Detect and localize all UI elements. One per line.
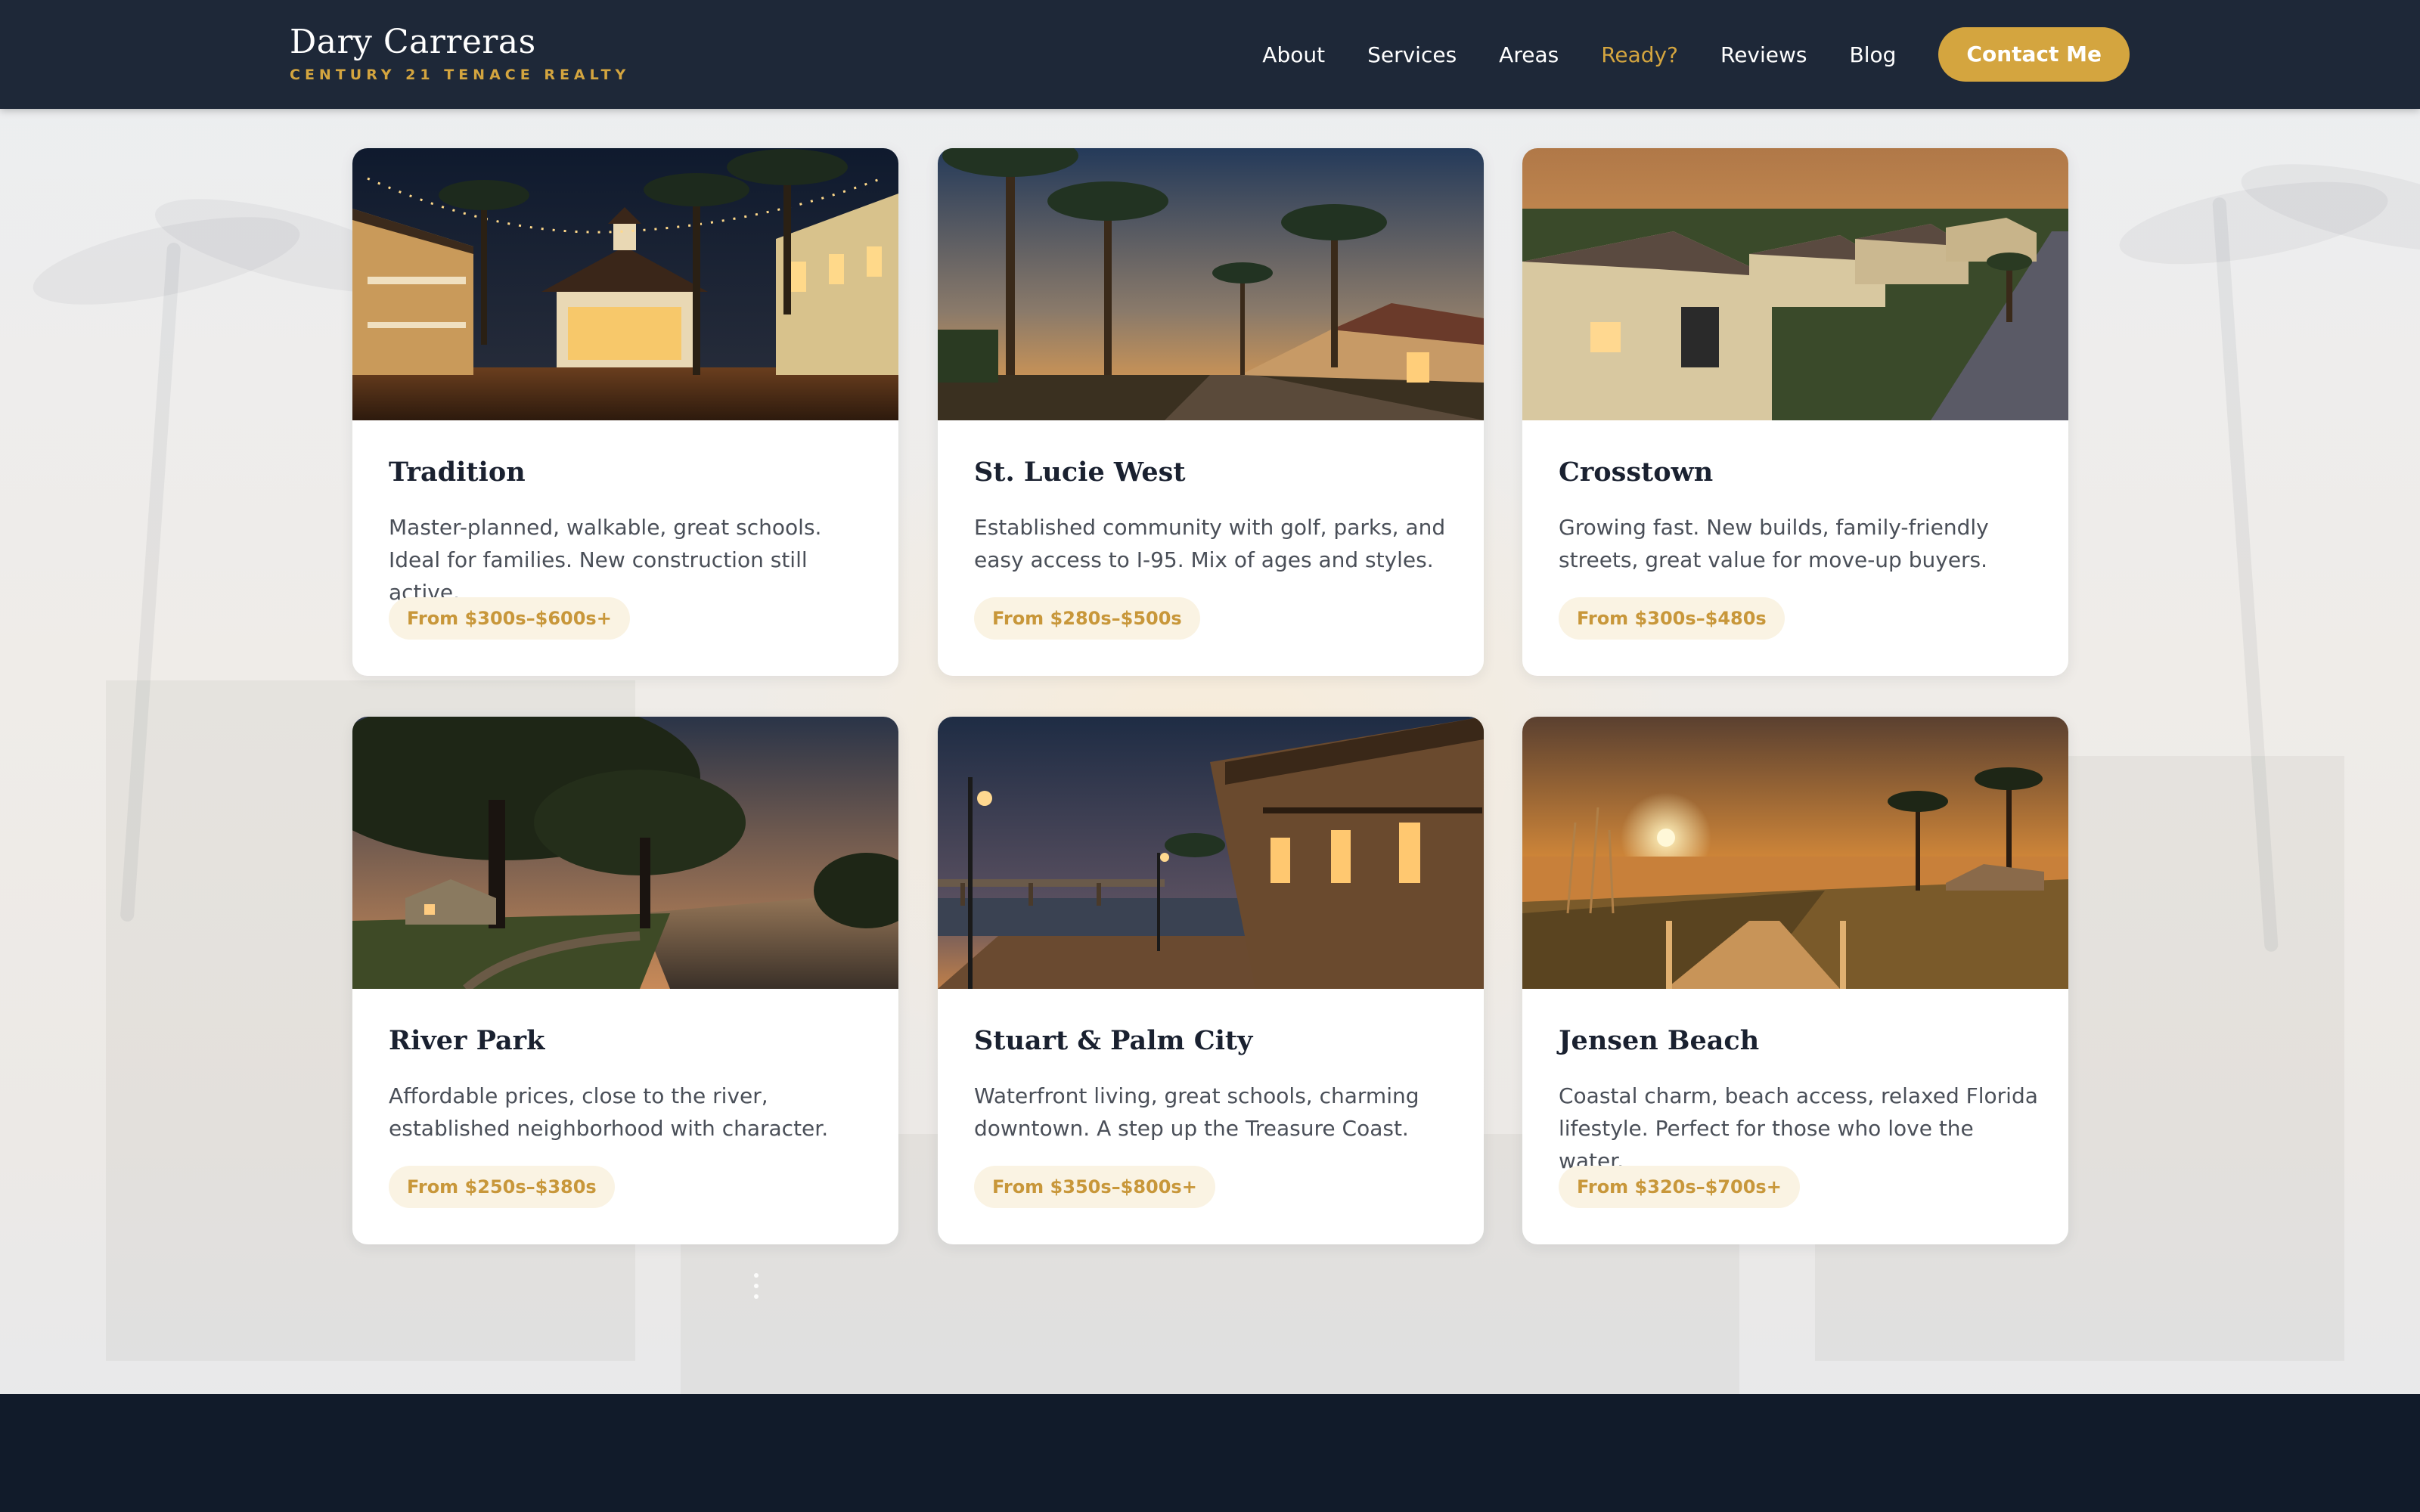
nav-about[interactable]: About bbox=[1262, 42, 1325, 67]
nav-areas[interactable]: Areas bbox=[1499, 42, 1559, 67]
area-photo-suburb bbox=[1522, 148, 2068, 420]
price-badge: From $300s–$480s bbox=[1559, 597, 1785, 640]
area-description: Growing fast. New builds, family-friendl… bbox=[1559, 515, 1989, 572]
contact-me-button[interactable]: Contact Me bbox=[1938, 27, 2130, 82]
area-card-stuart-palm-city[interactable]: Stuart & Palm City Waterfront living, gr… bbox=[938, 717, 1484, 1244]
brand-logo[interactable]: Dary Carreras CENTURY 21 TENACE REALTY bbox=[290, 21, 630, 83]
brand-tagline: CENTURY 21 TENACE REALTY bbox=[290, 67, 631, 83]
price-badge: From $350s–$800s+ bbox=[974, 1166, 1215, 1208]
site-footer bbox=[0, 1394, 2420, 1512]
area-card-jensen-beach[interactable]: Jensen Beach Coastal charm, beach access… bbox=[1522, 717, 2068, 1244]
price-badge: From $250s–$380s bbox=[389, 1166, 615, 1208]
nav-blog[interactable]: Blog bbox=[1850, 42, 1897, 67]
area-title: River Park bbox=[389, 1025, 545, 1056]
area-card-tradition[interactable]: Tradition Master-planned, walkable, grea… bbox=[352, 148, 898, 676]
area-title: Crosstown bbox=[1559, 457, 1714, 488]
area-description: Waterfront living, great schools, charmi… bbox=[974, 1083, 1419, 1141]
area-title: Tradition bbox=[389, 457, 526, 488]
main-nav: About Services Areas Ready? Reviews Blog… bbox=[1262, 27, 2130, 82]
area-photo-beach-boardwalk bbox=[1522, 717, 2068, 989]
area-card-st-lucie-west[interactable]: St. Lucie West Established community wit… bbox=[938, 148, 1484, 676]
area-photo-waterfront bbox=[938, 717, 1484, 989]
price-badge: From $300s–$600s+ bbox=[389, 597, 630, 640]
nav-reviews[interactable]: Reviews bbox=[1720, 42, 1807, 67]
area-title: Stuart & Palm City bbox=[974, 1025, 1253, 1056]
area-card-crosstown[interactable]: Crosstown Growing fast. New builds, fami… bbox=[1522, 148, 2068, 676]
price-badge: From $320s–$700s+ bbox=[1559, 1166, 1800, 1208]
area-description: Established community with golf, parks, … bbox=[974, 515, 1446, 572]
scroll-indicator bbox=[754, 1273, 760, 1303]
nav-services[interactable]: Services bbox=[1367, 42, 1457, 67]
brand-name: Dary Carreras bbox=[290, 23, 536, 61]
price-badge: From $280s–$500s bbox=[974, 597, 1200, 640]
area-description: Coastal charm, beach access, relaxed Flo… bbox=[1559, 1083, 2038, 1173]
area-card-river-park[interactable]: River Park Affordable prices, close to t… bbox=[352, 717, 898, 1244]
area-photo-river-oaks bbox=[352, 717, 898, 989]
area-description: Affordable prices, close to the river, e… bbox=[389, 1083, 829, 1141]
area-title: St. Lucie West bbox=[974, 457, 1186, 488]
area-photo-palm-street bbox=[938, 148, 1484, 420]
area-description: Master-planned, walkable, great schools.… bbox=[389, 515, 822, 605]
nav-ready[interactable]: Ready? bbox=[1601, 42, 1678, 67]
site-header: Dary Carreras CENTURY 21 TENACE REALTY A… bbox=[0, 0, 2420, 109]
area-photo-gazebo bbox=[352, 148, 898, 420]
area-title: Jensen Beach bbox=[1559, 1025, 1760, 1056]
